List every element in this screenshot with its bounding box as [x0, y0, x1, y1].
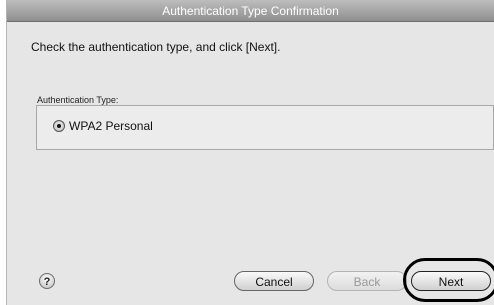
next-button-highlight-ring [403, 258, 494, 302]
back-button[interactable]: Back [327, 271, 407, 291]
instruction-text: Check the authentication type, and click… [31, 40, 281, 54]
radio-wpa2-personal[interactable] [53, 120, 65, 132]
window-title: Authentication Type Confirmation [7, 0, 494, 22]
auth-type-label: Authentication Type: [37, 95, 119, 105]
dialog-window: Authentication Type Confirmation Check t… [6, 0, 494, 305]
auth-type-group: WPA2 Personal [36, 105, 494, 150]
radio-label-wpa2-personal: WPA2 Personal [69, 119, 153, 133]
help-button[interactable]: ? [39, 273, 55, 289]
cancel-button[interactable]: Cancel [234, 271, 314, 291]
